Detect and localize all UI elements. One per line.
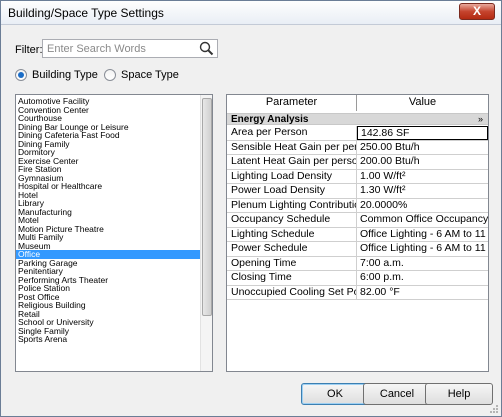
- ok-button[interactable]: OK: [301, 383, 369, 405]
- parameter-column-header[interactable]: Parameter: [227, 95, 357, 111]
- value-cell[interactable]: Office Lighting - 6 AM to 11 P: [357, 242, 488, 256]
- grid-header: Parameter Value: [227, 95, 488, 111]
- grid-row[interactable]: Occupancy Schedule Common Office Occupanc…: [227, 213, 488, 228]
- radio-selected-icon[interactable]: [15, 69, 27, 81]
- parameter-cell: Power Load Density: [227, 184, 357, 198]
- building-type-label: Building Type: [32, 69, 98, 81]
- type-list[interactable]: Automotive Facility Convention Center Cour…: [15, 94, 213, 372]
- group-header-energy-analysis[interactable]: Energy Analysis »: [227, 113, 488, 125]
- value-cell[interactable]: Common Office Occupancy -: [357, 213, 488, 227]
- group-title: Energy Analysis: [231, 114, 309, 125]
- parameter-cell: Occupancy Schedule: [227, 213, 357, 227]
- type-list-items: Automotive Facility Convention Center Cour…: [16, 97, 200, 344]
- value-cell[interactable]: 142.86 SF: [357, 126, 488, 140]
- dialog-window: Building/Space Type Settings X Filter: B…: [0, 0, 502, 417]
- parameter-cell: Latent Heat Gain per person: [227, 155, 357, 169]
- parameter-cell: Area per Person: [227, 126, 357, 140]
- parameter-cell: Opening Time: [227, 256, 357, 270]
- value-column-header[interactable]: Value: [357, 95, 488, 111]
- list-item[interactable]: Hospital or Healthcare: [16, 182, 200, 191]
- parameter-cell: Lighting Schedule: [227, 227, 357, 241]
- value-cell[interactable]: 20.0000%: [357, 199, 488, 213]
- filter-box: [42, 39, 218, 58]
- grid-rows: Area per Person 142.86 SF Sensible Heat Ga…: [227, 126, 488, 300]
- search-input[interactable]: [43, 40, 198, 57]
- value-cell[interactable]: 1.30 W/ft²: [357, 184, 488, 198]
- list-item[interactable]: Manufacturing: [16, 207, 200, 217]
- help-button[interactable]: Help: [425, 383, 493, 405]
- window-title: Building/Space Type Settings: [8, 6, 164, 20]
- parameter-cell: Plenum Lighting Contribution: [227, 198, 357, 212]
- value-cell[interactable]: 250.00 Btu/h: [357, 141, 488, 155]
- list-scrollbar[interactable]: [200, 95, 212, 371]
- value-cell[interactable]: 7:00 a.m.: [357, 257, 488, 271]
- value-cell[interactable]: 1.00 W/ft²: [357, 170, 488, 184]
- collapse-icon[interactable]: »: [478, 114, 483, 125]
- parameter-cell: Sensible Heat Gain per person: [227, 140, 357, 154]
- space-type-radio[interactable]: Space Type: [104, 68, 179, 82]
- parameter-cell: Closing Time: [227, 271, 357, 285]
- close-button[interactable]: X: [459, 3, 495, 20]
- value-cell[interactable]: Office Lighting - 6 AM to 11 P: [357, 228, 488, 242]
- building-type-radio[interactable]: Building Type: [15, 68, 98, 82]
- grid-row[interactable]: Plenum Lighting Contribution 20.0000%: [227, 198, 488, 213]
- search-icon[interactable]: [199, 41, 214, 56]
- list-item[interactable]: Museum: [16, 241, 200, 251]
- value-cell[interactable]: 200.00 Btu/h: [357, 155, 488, 169]
- properties-grid: Parameter Value Energy Analysis » Area p…: [226, 94, 489, 372]
- value-cell[interactable]: 82.00 °F: [357, 286, 488, 300]
- parameter-cell: Lighting Load Density: [227, 169, 357, 183]
- parameter-cell: Unoccupied Cooling Set Point: [227, 285, 357, 299]
- list-item[interactable]: Religious Building: [16, 301, 200, 310]
- filter-label: Filter:: [15, 44, 43, 56]
- grid-row[interactable]: Lighting Schedule Office Lighting - 6 AM …: [227, 227, 488, 242]
- parameter-cell: Power Schedule: [227, 242, 357, 256]
- grid-row[interactable]: Power Schedule Office Lighting - 6 AM to …: [227, 242, 488, 257]
- value-cell[interactable]: 6:00 p.m.: [357, 271, 488, 285]
- scrollbar-thumb[interactable]: [202, 98, 212, 316]
- grid-row[interactable]: Unoccupied Cooling Set Point 82.00 °F: [227, 285, 488, 300]
- space-type-label: Space Type: [121, 69, 179, 81]
- grid-row[interactable]: Opening Time 7:00 a.m.: [227, 256, 488, 271]
- grid-row[interactable]: Power Load Density 1.30 W/ft²: [227, 184, 488, 199]
- grid-row[interactable]: Sensible Heat Gain per person250.00 Btu/…: [227, 140, 488, 155]
- grid-row[interactable]: Area per Person 142.86 SF: [227, 126, 488, 141]
- radio-unselected-icon[interactable]: [104, 69, 116, 81]
- list-item[interactable]: Sports Arena: [16, 335, 200, 344]
- grid-row[interactable]: Lighting Load Density 1.00 W/ft²: [227, 169, 488, 184]
- cancel-button[interactable]: Cancel: [363, 383, 431, 405]
- resize-grip-icon[interactable]: [489, 404, 499, 414]
- grid-row[interactable]: Closing Time 6:00 p.m.: [227, 271, 488, 286]
- title-bar: Building/Space Type Settings X: [1, 1, 501, 25]
- grid-row[interactable]: Latent Heat Gain per person 200.00 Btu/h: [227, 155, 488, 170]
